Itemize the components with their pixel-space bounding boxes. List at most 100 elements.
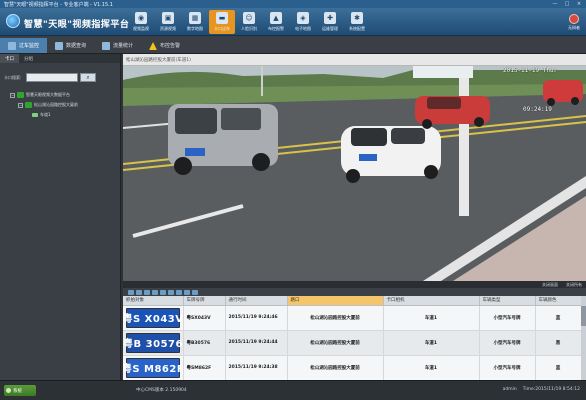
video-panel: 松山湖沁园路控股大厦前(车道1) 2015-11-19 Thur 09:24:1… [123, 54, 586, 288]
time-cell: 2015/11/19 9:24:44 [225, 330, 288, 356]
left-panel-tabs: 卡口 分组 [0, 54, 120, 63]
tab-vehicle-monitor[interactable]: 过车监控 [0, 38, 48, 53]
camera-icon: ◉ [135, 12, 147, 24]
type-cell: 小型汽车号牌 [479, 305, 536, 331]
user-text: admin [502, 387, 517, 392]
grid-toolbar [123, 288, 586, 296]
module-system-config[interactable]: ✱ 系统配置 [344, 10, 370, 34]
checkpoint-tree: − 智慧天眼视频大数据平台 − 松山湖沁园路控股大厦前 车道1 [10, 90, 78, 120]
type-cell: 小型汽车号牌 [479, 355, 536, 380]
module-video-monitor[interactable]: ◉ 视频监视 [128, 10, 154, 34]
silver-minivan [168, 104, 278, 175]
module-digital-map[interactable]: ▦ 数字地图 [182, 10, 208, 34]
face-icon: ☺ [243, 12, 255, 24]
search-label: 卡口搜索: [4, 74, 22, 80]
user-menu[interactable]: 无辩者 [568, 14, 580, 31]
camera-cell: 车道1 [383, 330, 480, 356]
record-icon[interactable] [160, 289, 166, 295]
camera-cell: 车道1 [383, 305, 480, 331]
time-text: Time:2015/11/19 8:54:12 [522, 387, 580, 392]
plate-image: 粤S M862F [123, 357, 182, 378]
col-snapshot[interactable]: 抓拍对象 [123, 296, 184, 306]
search-input[interactable] [26, 73, 78, 82]
scrollbar-thumb[interactable] [581, 306, 586, 326]
snapshot-icon[interactable] [152, 289, 158, 295]
window-title: 智慧"天眼"视频指挥平台 - 专业客户端 - V1.15.1 [4, 1, 113, 8]
module-maintenance[interactable]: ✚ 运维管理 [317, 10, 343, 34]
color-cell: 蓝 [535, 355, 582, 380]
search-icon [55, 41, 64, 50]
function-tabs: 过车监控 数据查询 流量统计 布控告警 [0, 36, 586, 54]
table-header: 抓拍对象 车牌号牌 通行时间 路口 卡口相机 车辆类型 车辆颜色 [123, 296, 582, 306]
layout-4-icon[interactable] [136, 289, 142, 295]
col-time[interactable]: 通行时间 [225, 296, 288, 306]
collapse-icon[interactable]: − [18, 102, 23, 108]
module-video-resource[interactable]: ▣ 资源视频 [155, 10, 181, 34]
close-all-button[interactable]: 关闭所有 [566, 282, 582, 288]
tab-alarm-control[interactable]: 布控告警 [141, 38, 188, 53]
col-plate[interactable]: 车牌号牌 [183, 296, 226, 306]
col-road[interactable]: 路口 [287, 296, 384, 306]
road-cell: 松山湖沁园路控股大厦前 [287, 330, 384, 356]
layout-9-icon[interactable] [144, 289, 150, 295]
tab-group[interactable]: 分组 [19, 54, 38, 63]
maximize-button[interactable]: □ [562, 0, 572, 7]
checkpoint-search: 卡口搜索: ⌕ [4, 73, 96, 82]
alarm-icon: ▲ [270, 12, 282, 24]
left-panel: 卡口 分组 卡口搜索: ⌕ − 智慧天眼视频大数据平台 − 松山湖沁园路控股大厦前 … [0, 54, 121, 380]
module-face-recognition[interactable]: ☺ 人脸识别 [236, 10, 262, 34]
col-vehicle-color[interactable]: 车辆颜色 [535, 296, 582, 306]
col-vehicle-type[interactable]: 车辆类型 [479, 296, 536, 306]
map-icon: ▦ [189, 12, 201, 24]
tab-flow-stats[interactable]: 流量统计 [94, 38, 141, 53]
fullscreen-icon[interactable] [192, 289, 198, 295]
close-view-button[interactable]: 关闭画面 [542, 282, 558, 288]
play-icon[interactable] [168, 289, 174, 295]
vehicle-table: 抓拍对象 车牌号牌 通行时间 路口 卡口相机 车辆类型 车辆颜色 粤S X043… [123, 296, 582, 380]
module-alarm[interactable]: ▲ 布控报警 [263, 10, 289, 34]
stop-icon[interactable] [184, 289, 190, 295]
white-hatchback [341, 126, 441, 183]
tab-checkpoint[interactable]: 卡口 [0, 54, 19, 63]
tree-node-site[interactable]: − 松山湖沁园路控股大厦前 [10, 100, 78, 110]
table-row[interactable]: 粤S X043V 粤SX043V 2015/11/19 9:24:46 松山湖沁… [123, 305, 582, 331]
avatar [569, 14, 579, 24]
table-row[interactable]: 粤S M862F 粤SM862F 2015/11/19 9:24:38 松山湖沁… [123, 355, 582, 380]
layout-1-icon[interactable] [128, 289, 134, 295]
car-icon: ▬ [216, 12, 228, 24]
tab-data-query[interactable]: 数据查询 [47, 38, 94, 53]
table-row[interactable]: 粤B 30576 粤B30576 2015/11/19 9:24:44 松山湖沁… [123, 330, 582, 356]
window-titlebar: 智慧"天眼"视频指挥平台 - 专业客户端 - V1.15.1 — □ × [0, 0, 586, 8]
video-feed[interactable]: 2015-11-19 Thur 09:24:19 [123, 66, 586, 281]
system-button[interactable]: 系统 [4, 385, 36, 396]
tree-node-lane[interactable]: 车道1 [10, 110, 78, 120]
close-button[interactable]: × [574, 0, 584, 7]
module-emap[interactable]: ◈ 电子地图 [290, 10, 316, 34]
tree-node-root[interactable]: − 智慧天眼视频大数据平台 [10, 90, 78, 100]
color-cell: 蓝 [535, 305, 582, 331]
emap-icon: ◈ [297, 12, 309, 24]
osd-time: 09:24:19 [523, 106, 552, 113]
pause-icon[interactable] [176, 289, 182, 295]
col-camera[interactable]: 卡口相机 [383, 296, 480, 306]
road-cell: 松山湖沁园路控股大厦前 [287, 305, 384, 331]
module-nav: ◉ 视频监视 ▣ 资源视频 ▦ 数字地图 ▬ 卡口过车 ☺ 人脸识别 ▲ 布控报警 ◈ 电子地… [128, 10, 370, 34]
time-cell: 2015/11/19 9:24:38 [225, 355, 288, 380]
user-name: 无辩者 [568, 25, 580, 30]
type-cell: 小型汽车号牌 [479, 330, 536, 356]
camera-cell: 车道1 [383, 355, 480, 380]
site-icon [25, 102, 32, 108]
collapse-icon[interactable]: − [10, 92, 15, 98]
road-cell: 松山湖沁园路控股大厦前 [287, 355, 384, 380]
traffic-scene-image [123, 66, 586, 281]
session-info: admin Time:2015/11/19 8:54:12 [503, 387, 580, 392]
module-vehicle-pass[interactable]: ▬ 卡口过车 [209, 10, 235, 34]
search-button[interactable]: ⌕ [80, 73, 96, 82]
video-footer: 关闭画面 关闭所有 [123, 281, 586, 288]
grid-scrollbar[interactable] [581, 296, 586, 380]
time-cell: 2015/11/19 9:24:46 [225, 305, 288, 331]
plate-cell: 粤B30576 [183, 330, 226, 356]
app-header: 智慧"天眼"视频指挥平台 ◉ 视频监视 ▣ 资源视频 ▦ 数字地图 ▬ 卡口过车 ☺ 人脸… [0, 8, 586, 36]
minimize-button[interactable]: — [550, 0, 560, 7]
vehicle-grid: 抓拍对象 车牌号牌 通行时间 路口 卡口相机 车辆类型 车辆颜色 粤S X043… [123, 296, 586, 380]
